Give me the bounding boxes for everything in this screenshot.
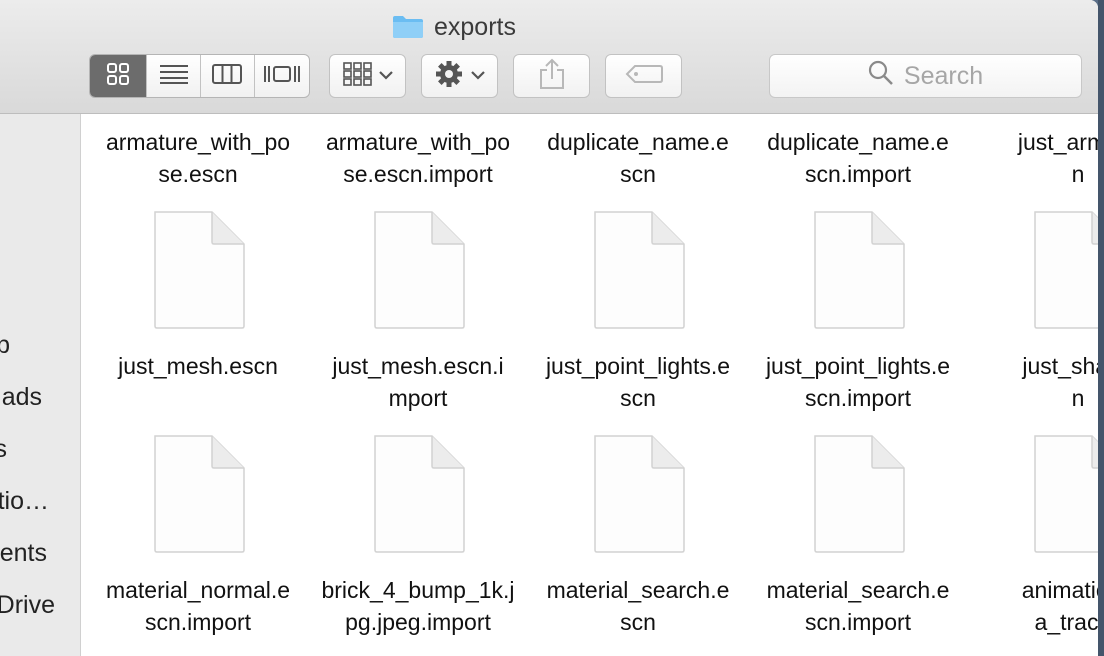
sidebar-item[interactable]: Drive	[0, 591, 55, 620]
file-name[interactable]: just_point_lights.e scn.import	[748, 350, 968, 414]
file-name[interactable]: animation_ a_tracks	[968, 574, 1098, 638]
gear-icon	[435, 60, 463, 93]
list-icon	[159, 64, 188, 89]
document-icon[interactable]	[592, 434, 686, 554]
sidebar: p ads s tio… ents Drive	[0, 114, 81, 656]
arrange-button[interactable]	[329, 54, 406, 98]
sidebar-item[interactable]: tio…	[0, 487, 49, 516]
grid-icon	[107, 62, 130, 90]
document-icon[interactable]	[372, 434, 466, 554]
document-icon[interactable]	[152, 434, 246, 554]
share-button[interactable]	[513, 54, 590, 98]
chevron-down-icon	[378, 67, 393, 85]
folder-icon	[392, 15, 424, 39]
window-title-text: exports	[434, 12, 516, 41]
document-icon[interactable]	[1032, 434, 1098, 554]
sidebar-item[interactable]: ents	[0, 539, 47, 568]
tag-icon	[625, 64, 663, 89]
sidebar-item[interactable]: p	[0, 331, 10, 360]
arrange-grid-icon	[342, 61, 373, 91]
document-icon[interactable]	[812, 210, 906, 330]
file-grid: armature_with_po se.escn armature_with_p…	[81, 114, 1098, 656]
window-title: exports	[392, 10, 516, 44]
columns-icon	[212, 63, 243, 89]
file-name[interactable]: just_mesh.escn	[88, 350, 308, 382]
gallery-icon	[263, 64, 300, 89]
file-name[interactable]: material_search.e scn	[528, 574, 748, 638]
file-name[interactable]: duplicate_name.e scn	[528, 126, 748, 190]
file-name[interactable]: just_shape n	[968, 350, 1098, 414]
edit-tags-button[interactable]	[605, 54, 682, 98]
sidebar-item[interactable]: s	[0, 435, 7, 464]
document-icon[interactable]	[152, 210, 246, 330]
document-icon[interactable]	[812, 434, 906, 554]
file-name[interactable]: material_normal.e scn.import	[88, 574, 308, 638]
file-name[interactable]: armature_with_po se.escn	[88, 126, 308, 190]
document-icon[interactable]	[592, 210, 686, 330]
finder-window: exports Search ads tio… ents Drive armat…	[0, 0, 1098, 656]
document-icon[interactable]	[372, 210, 466, 330]
file-name[interactable]: material_search.e scn.import	[748, 574, 968, 638]
document-icon[interactable]	[1032, 210, 1098, 330]
file-name[interactable]: armature_with_po se.escn.import	[308, 126, 528, 190]
share-icon	[539, 58, 565, 95]
toolbar: exports Search	[0, 0, 1098, 114]
sidebar-item[interactable]: ads	[2, 383, 42, 412]
desktop-background	[1098, 0, 1104, 656]
search-icon	[868, 60, 894, 93]
view-mode-control	[89, 54, 310, 98]
search-placeholder: Search	[903, 61, 984, 90]
file-name[interactable]: just_armatu n	[968, 126, 1098, 190]
gallery-view-button[interactable]	[255, 55, 309, 97]
search-field[interactable]: Search	[769, 54, 1082, 98]
chevron-down-icon	[470, 67, 485, 85]
file-name[interactable]: just_point_lights.e scn	[528, 350, 748, 414]
column-view-button[interactable]	[201, 55, 255, 97]
list-view-button[interactable]	[147, 55, 201, 97]
file-name[interactable]: just_mesh.escn.i mport	[308, 350, 528, 414]
file-name[interactable]: duplicate_name.e scn.import	[748, 126, 968, 190]
action-button[interactable]	[421, 54, 498, 98]
file-name[interactable]: brick_4_bump_1k.j pg.jpeg.import	[308, 574, 528, 638]
icon-view-button[interactable]	[90, 55, 148, 97]
